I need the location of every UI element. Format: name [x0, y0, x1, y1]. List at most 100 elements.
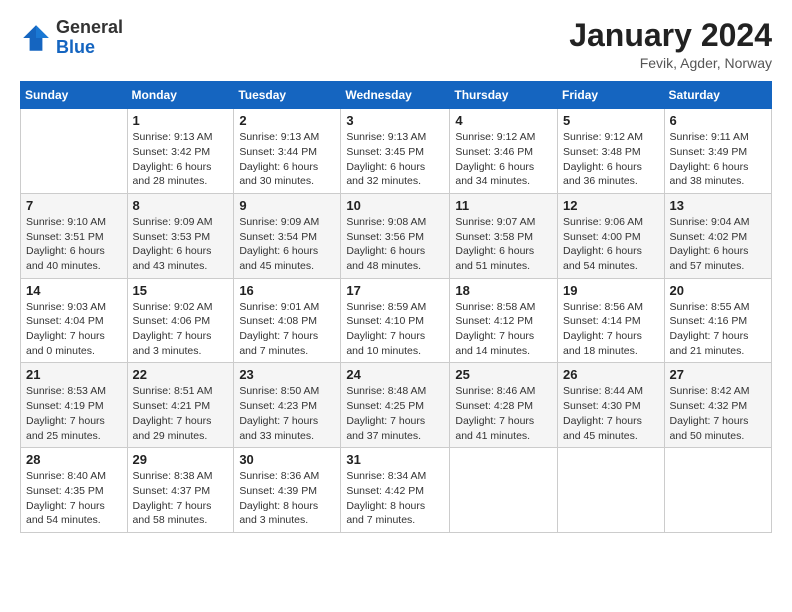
day-number: 8 [133, 198, 229, 213]
day-number: 27 [670, 367, 766, 382]
calendar-cell: 9 Sunrise: 9:09 AMSunset: 3:54 PMDaylight… [234, 193, 341, 278]
day-info: Sunrise: 8:59 AMSunset: 4:10 PMDaylight:… [346, 300, 444, 359]
day-info: Sunrise: 8:51 AMSunset: 4:21 PMDaylight:… [133, 384, 229, 443]
day-info: Sunrise: 9:13 AMSunset: 3:45 PMDaylight:… [346, 130, 444, 189]
day-info: Sunrise: 9:08 AMSunset: 3:56 PMDaylight:… [346, 215, 444, 274]
day-number: 29 [133, 452, 229, 467]
day-number: 1 [133, 113, 229, 128]
day-info: Sunrise: 9:03 AMSunset: 4:04 PMDaylight:… [26, 300, 122, 359]
day-info: Sunrise: 9:09 AMSunset: 3:53 PMDaylight:… [133, 215, 229, 274]
calendar-cell: 29 Sunrise: 8:38 AMSunset: 4:37 PMDayligh… [127, 448, 234, 533]
day-number: 2 [239, 113, 335, 128]
day-info: Sunrise: 8:34 AMSunset: 4:42 PMDaylight:… [346, 469, 444, 528]
calendar-week-row: 28 Sunrise: 8:40 AMSunset: 4:35 PMDayligh… [21, 448, 772, 533]
calendar-header-thursday: Thursday [450, 82, 558, 109]
calendar-cell: 16 Sunrise: 9:01 AMSunset: 4:08 PMDayligh… [234, 278, 341, 363]
logo-general: General [56, 17, 123, 37]
day-number: 30 [239, 452, 335, 467]
day-number: 14 [26, 283, 122, 298]
calendar-cell [450, 448, 558, 533]
day-info: Sunrise: 8:36 AMSunset: 4:39 PMDaylight:… [239, 469, 335, 528]
day-info: Sunrise: 9:12 AMSunset: 3:46 PMDaylight:… [455, 130, 552, 189]
calendar-header-wednesday: Wednesday [341, 82, 450, 109]
calendar-header-tuesday: Tuesday [234, 82, 341, 109]
calendar-cell: 5Sunrise: 9:12 AMSunset: 3:48 PMDaylight… [558, 109, 665, 194]
calendar-header-saturday: Saturday [664, 82, 771, 109]
day-info: Sunrise: 9:02 AMSunset: 4:06 PMDaylight:… [133, 300, 229, 359]
calendar-header-friday: Friday [558, 82, 665, 109]
day-number: 6 [670, 113, 766, 128]
calendar-cell [558, 448, 665, 533]
title-area: January 2024 Fevik, Agder, Norway [569, 18, 772, 71]
calendar-cell: 13 Sunrise: 9:04 AMSunset: 4:02 PMDayligh… [664, 193, 771, 278]
calendar-header-sunday: Sunday [21, 82, 128, 109]
day-number: 4 [455, 113, 552, 128]
day-number: 9 [239, 198, 335, 213]
day-number: 22 [133, 367, 229, 382]
logo: General Blue [20, 18, 123, 58]
day-info: Sunrise: 8:40 AMSunset: 4:35 PMDaylight:… [26, 469, 122, 528]
calendar-cell: 19 Sunrise: 8:56 AMSunset: 4:14 PMDayligh… [558, 278, 665, 363]
day-info: Sunrise: 8:38 AMSunset: 4:37 PMDaylight:… [133, 469, 229, 528]
calendar-cell: 7Sunrise: 9:10 AMSunset: 3:51 PMDaylight… [21, 193, 128, 278]
calendar-cell: 23 Sunrise: 8:50 AMSunset: 4:23 PMDayligh… [234, 363, 341, 448]
calendar-cell: 12Sunrise: 9:06 AMSunset: 4:00 PMDayligh… [558, 193, 665, 278]
day-info: Sunrise: 9:13 AMSunset: 3:42 PMDaylight:… [133, 130, 229, 189]
month-title: January 2024 [569, 18, 772, 53]
day-number: 17 [346, 283, 444, 298]
calendar-week-row: 1 Sunrise: 9:13 AMSunset: 3:42 PMDaylight… [21, 109, 772, 194]
calendar-cell: 31 Sunrise: 8:34 AMSunset: 4:42 PMDayligh… [341, 448, 450, 533]
day-info: Sunrise: 8:42 AMSunset: 4:32 PMDaylight:… [670, 384, 766, 443]
calendar-cell [21, 109, 128, 194]
calendar-cell: 4 Sunrise: 9:12 AMSunset: 3:46 PMDaylight… [450, 109, 558, 194]
day-info: Sunrise: 9:11 AMSunset: 3:49 PMDaylight:… [670, 130, 766, 189]
calendar-cell: 22 Sunrise: 8:51 AMSunset: 4:21 PMDayligh… [127, 363, 234, 448]
calendar-cell: 8 Sunrise: 9:09 AMSunset: 3:53 PMDaylight… [127, 193, 234, 278]
day-info: Sunrise: 9:07 AMSunset: 3:58 PMDaylight:… [455, 215, 552, 274]
day-number: 15 [133, 283, 229, 298]
day-number: 7 [26, 198, 122, 213]
page: General Blue January 2024 Fevik, Agder, … [0, 0, 792, 612]
day-number: 11 [455, 198, 552, 213]
calendar-cell: 20Sunrise: 8:55 AMSunset: 4:16 PMDayligh… [664, 278, 771, 363]
day-number: 16 [239, 283, 335, 298]
day-info: Sunrise: 9:12 AMSunset: 3:48 PMDaylight:… [563, 130, 659, 189]
day-info: Sunrise: 8:58 AMSunset: 4:12 PMDaylight:… [455, 300, 552, 359]
day-info: Sunrise: 9:04 AMSunset: 4:02 PMDaylight:… [670, 215, 766, 274]
day-info: Sunrise: 8:50 AMSunset: 4:23 PMDaylight:… [239, 384, 335, 443]
day-info: Sunrise: 9:09 AMSunset: 3:54 PMDaylight:… [239, 215, 335, 274]
calendar-cell [664, 448, 771, 533]
calendar-cell: 14 Sunrise: 9:03 AMSunset: 4:04 PMDayligh… [21, 278, 128, 363]
logo-icon [20, 22, 52, 54]
calendar-cell: 27 Sunrise: 8:42 AMSunset: 4:32 PMDayligh… [664, 363, 771, 448]
day-number: 28 [26, 452, 122, 467]
day-number: 26 [563, 367, 659, 382]
logo-text: General Blue [56, 18, 123, 58]
day-number: 13 [670, 198, 766, 213]
day-number: 31 [346, 452, 444, 467]
calendar-cell: 15 Sunrise: 9:02 AMSunset: 4:06 PMDayligh… [127, 278, 234, 363]
day-number: 19 [563, 283, 659, 298]
day-number: 3 [346, 113, 444, 128]
calendar-cell: 24Sunrise: 8:48 AMSunset: 4:25 PMDayligh… [341, 363, 450, 448]
calendar-cell: 1 Sunrise: 9:13 AMSunset: 3:42 PMDaylight… [127, 109, 234, 194]
day-info: Sunrise: 8:55 AMSunset: 4:16 PMDaylight:… [670, 300, 766, 359]
calendar-table: SundayMondayTuesdayWednesdayThursdayFrid… [20, 81, 772, 533]
day-info: Sunrise: 9:01 AMSunset: 4:08 PMDaylight:… [239, 300, 335, 359]
day-info: Sunrise: 8:56 AMSunset: 4:14 PMDaylight:… [563, 300, 659, 359]
logo-blue: Blue [56, 37, 95, 57]
day-info: Sunrise: 8:46 AMSunset: 4:28 PMDaylight:… [455, 384, 552, 443]
calendar-cell: 26Sunrise: 8:44 AMSunset: 4:30 PMDayligh… [558, 363, 665, 448]
calendar-week-row: 7Sunrise: 9:10 AMSunset: 3:51 PMDaylight… [21, 193, 772, 278]
calendar-header-row: SundayMondayTuesdayWednesdayThursdayFrid… [21, 82, 772, 109]
day-number: 21 [26, 367, 122, 382]
day-number: 23 [239, 367, 335, 382]
location: Fevik, Agder, Norway [569, 55, 772, 71]
calendar-cell: 3 Sunrise: 9:13 AMSunset: 3:45 PMDaylight… [341, 109, 450, 194]
calendar-header-monday: Monday [127, 82, 234, 109]
day-info: Sunrise: 8:48 AMSunset: 4:25 PMDaylight:… [346, 384, 444, 443]
calendar-week-row: 14 Sunrise: 9:03 AMSunset: 4:04 PMDayligh… [21, 278, 772, 363]
day-info: Sunrise: 9:13 AMSunset: 3:44 PMDaylight:… [239, 130, 335, 189]
calendar-cell: 30 Sunrise: 8:36 AMSunset: 4:39 PMDayligh… [234, 448, 341, 533]
calendar-cell: 21Sunrise: 8:53 AMSunset: 4:19 PMDayligh… [21, 363, 128, 448]
